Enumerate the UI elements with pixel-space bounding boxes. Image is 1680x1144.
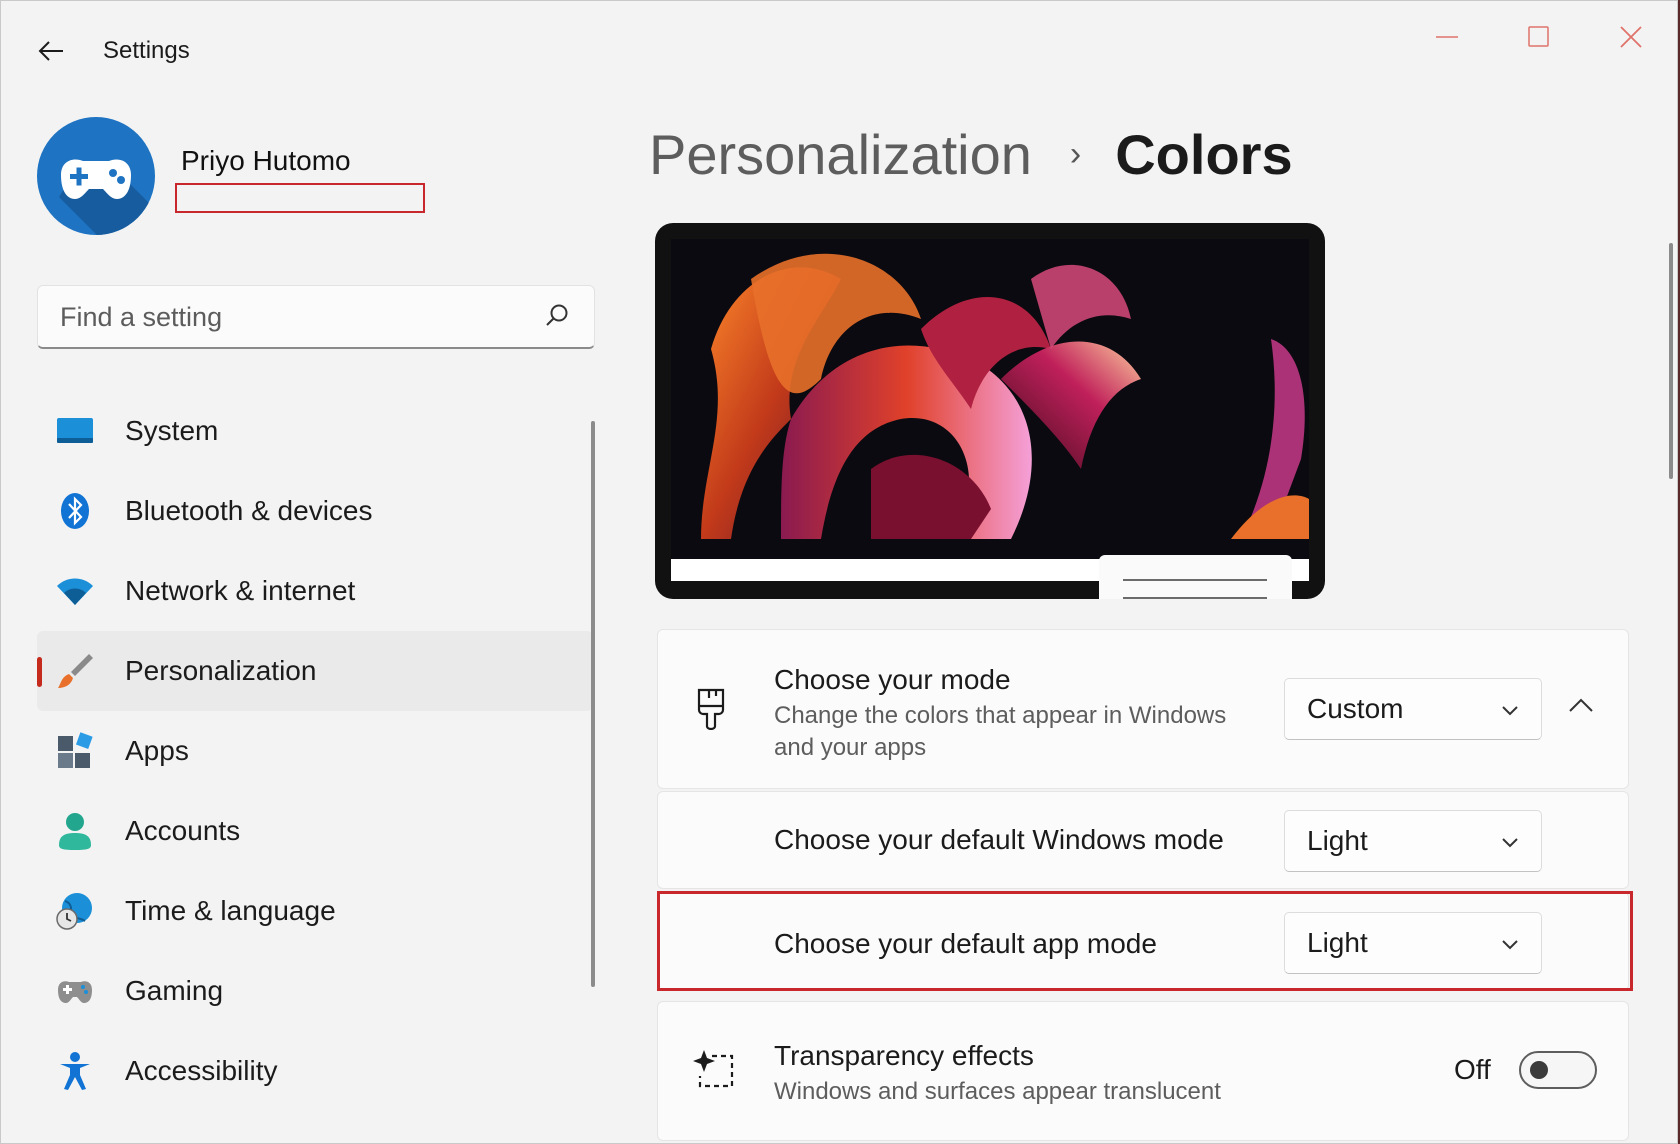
back-arrow-icon [38,41,63,61]
toggle-knob [1530,1061,1548,1079]
app-mode-dropdown[interactable]: Light [1284,912,1542,974]
sidebar-item-accessibility[interactable]: Accessibility [37,1031,593,1111]
sidebar-nav: System Bluetooth & devices Network & int… [37,391,593,1111]
close-button[interactable] [1601,19,1661,55]
paintbrush-icon [55,651,95,691]
sidebar-item-bluetooth[interactable]: Bluetooth & devices [37,471,593,551]
minimize-button[interactable] [1417,19,1477,55]
search-input[interactable] [58,286,532,348]
sidebar-item-label: Time & language [125,895,336,926]
gamepad-avatar-icon [59,159,155,235]
transparency-card: Transparency effects Windows and surface… [657,1001,1629,1141]
windows-mode-dropdown[interactable]: Light [1284,810,1542,872]
sidebar-item-label: Personalization [125,655,317,686]
wifi-icon [55,571,95,611]
avatar[interactable] [37,117,155,235]
gamepad-icon [55,971,95,1011]
sidebar-item-network[interactable]: Network & internet [37,551,593,631]
transparency-description: Windows and surfaces appear translucent [774,1078,1221,1105]
search-box[interactable] [37,285,595,349]
bluetooth-icon [55,491,95,531]
page-title: Colors [1115,122,1293,186]
transparency-title: Transparency effects [774,1040,1034,1071]
user-name: Priyo Hutomo [181,145,351,176]
chevron-down-icon [1502,838,1518,848]
mode-title: Choose your mode [774,664,1011,695]
mode-dropdown-value: Custom [1307,693,1404,724]
preview-window [1099,555,1292,599]
accessibility-icon [55,1051,95,1091]
breadcrumb: Personalization › Colors [649,119,1293,189]
windows-mode-row: Choose your default Windows mode Light [657,791,1629,889]
windows-mode-dropdown-value: Light [1307,825,1368,856]
chevron-down-icon [1502,706,1518,716]
accounts-icon [55,811,95,851]
sidebar-item-label: System [125,415,219,446]
brush-icon [697,688,725,730]
sidebar-item-label: Accessibility [125,1055,278,1086]
choose-mode-card: Choose your mode Change the colors that … [657,629,1629,789]
sidebar-item-label: Bluetooth & devices [125,495,373,526]
wallpaper-preview [671,239,1309,559]
windows-mode-title: Choose your default Windows mode [774,824,1224,855]
sidebar-item-accounts[interactable]: Accounts [37,791,593,871]
breadcrumb-parent[interactable]: Personalization [649,122,1032,187]
chevron-up-icon[interactable] [1568,696,1594,714]
transparency-state-label: Off [1454,1054,1491,1085]
selected-indicator [37,657,42,687]
bloom-wallpaper-image [671,239,1309,559]
system-icon [55,411,95,451]
breadcrumb-separator-icon: › [1069,134,1082,173]
sidebar-item-gaming[interactable]: Gaming [37,951,593,1031]
app-mode-row: Choose your default app mode Light [657,891,1629,991]
transparency-toggle[interactable] [1519,1051,1597,1089]
sidebar-item-personalization[interactable]: Personalization [37,631,593,711]
sidebar-item-label: Accounts [125,815,241,846]
back-button[interactable] [31,31,71,71]
maximize-icon [1528,26,1549,47]
mode-description: Change the colors that appear in Windows… [774,702,1227,761]
apps-icon [55,731,95,771]
app-mode-dropdown-value: Light [1307,927,1368,958]
globe-clock-icon [55,891,95,931]
close-icon [1620,26,1642,48]
sidebar-item-apps[interactable]: Apps [37,711,593,791]
settings-window: Settings Priyo Hutomo Find a setting Sys… [0,0,1678,1144]
sidebar-item-label: Network & internet [125,575,356,606]
app-title: Settings [103,37,190,64]
minimize-icon [1436,36,1458,38]
redacted-email [175,183,425,213]
app-mode-title: Choose your default app mode [774,928,1157,959]
sidebar-item-label: Gaming [125,975,224,1006]
mode-dropdown[interactable]: Custom [1284,678,1542,740]
sidebar-scrollbar[interactable] [591,421,595,987]
sidebar-item-time-language[interactable]: Time & language [37,871,593,951]
content-scrollbar[interactable] [1669,243,1673,479]
transparency-sparkle-icon [693,1050,734,1088]
sidebar-item-system[interactable]: System [37,391,593,471]
theme-preview [655,223,1325,599]
search-icon[interactable] [544,302,572,330]
maximize-button[interactable] [1509,19,1569,55]
sidebar-item-label: Apps [125,735,189,766]
chevron-down-icon [1502,940,1518,950]
